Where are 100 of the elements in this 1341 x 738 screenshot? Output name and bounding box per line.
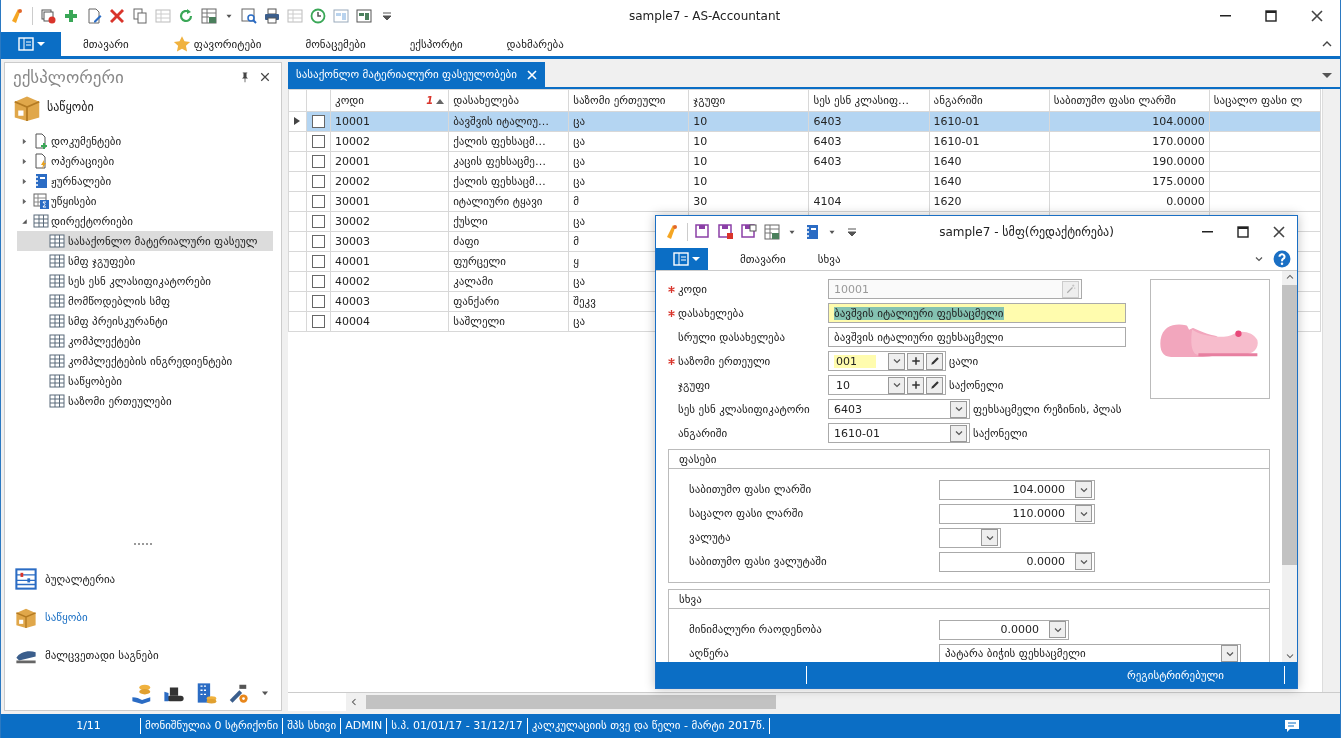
row-checkbox[interactable] <box>312 155 325 168</box>
tree-item[interactable]: მომწოდებლის სმფ <box>17 291 273 311</box>
chat-icon[interactable] <box>1284 719 1300 733</box>
tools-icon[interactable] <box>227 682 249 704</box>
tree-item[interactable]: სმფ პრეისკურანტი <box>17 311 273 331</box>
input-field[interactable]: ბავშვის იტალიური ფეხსაცმელი <box>828 327 1126 347</box>
tree-item[interactable]: საზომი ერთეულები <box>17 391 273 411</box>
row-checkbox[interactable] <box>312 315 325 328</box>
app-logo-icon[interactable] <box>664 224 680 240</box>
menu-tab[interactable]: მთავარი <box>61 32 151 56</box>
layout-icon[interactable] <box>356 8 372 24</box>
add-button[interactable] <box>907 376 924 394</box>
dropdown-button[interactable] <box>950 400 967 418</box>
save-icon[interactable] <box>695 224 711 240</box>
refresh-icon[interactable] <box>178 8 194 24</box>
dropdown-button[interactable] <box>1221 645 1238 662</box>
close-document-icon[interactable] <box>40 8 56 24</box>
column-header[interactable]: სეს ესნ კლასიფ… <box>808 89 930 112</box>
module-item[interactable]: საწყობი <box>5 598 281 636</box>
sum-table-icon[interactable] <box>764 224 780 240</box>
number-field[interactable]: 110.0000 <box>939 503 1095 524</box>
menu-tab[interactable]: დახმარება <box>484 32 586 56</box>
delete-icon[interactable] <box>109 8 125 24</box>
notebook-icon[interactable] <box>804 224 820 240</box>
dropdown-button[interactable] <box>888 376 905 394</box>
copy-icon[interactable] <box>132 8 148 24</box>
dropdown-button[interactable] <box>1075 481 1092 498</box>
row-checkbox[interactable] <box>312 215 325 228</box>
tree-item[interactable]: უწყისები <box>17 191 273 211</box>
row-checkbox[interactable] <box>312 175 325 188</box>
tree-item[interactable]: სასაქონლო მატერიალური ფასეულ <box>17 231 273 251</box>
lookup-field[interactable]: 10 <box>828 375 946 395</box>
app-menu-button[interactable] <box>1 32 61 56</box>
tree-item[interactable]: სმფ ჯგუფები <box>17 251 273 271</box>
row-checkbox[interactable] <box>312 275 325 288</box>
help-icon[interactable] <box>1273 250 1291 268</box>
spreadsheet-icon[interactable] <box>201 8 217 24</box>
lookup-field[interactable]: 001 <box>828 351 946 371</box>
column-header[interactable]: საცალო ფასი ლ <box>1209 89 1321 112</box>
app-logo-icon[interactable] <box>9 8 25 24</box>
table-row[interactable]: 10001 ბავშვის იტალიუ… ცა 10 6403 1610-01 104.0000 <box>288 111 1321 132</box>
horizontal-scrollbar[interactable] <box>346 693 1340 711</box>
history-icon[interactable] <box>310 8 326 24</box>
row-checkbox[interactable] <box>312 295 325 308</box>
menu-tab[interactable]: ექსპორტი <box>387 32 485 56</box>
dropdown-field[interactable]: პატარა ბიჭის ფეხსაცმელი <box>939 643 1241 662</box>
row-checkbox[interactable] <box>312 115 325 128</box>
dropdown-button[interactable] <box>1075 553 1092 570</box>
table-row[interactable]: 20002 ქალის ფეხსაცმ… ცა 10 1640 175.0000 <box>288 171 1321 192</box>
module-item[interactable]: ბუღალტერია <box>5 560 281 598</box>
row-checkbox[interactable] <box>312 135 325 148</box>
tree-item[interactable]: კომპლექტების ინგრედიენტები <box>17 351 273 371</box>
print-icon[interactable] <box>264 8 280 24</box>
tree-item[interactable]: დირექტორიები <box>17 211 273 231</box>
vertical-scrollbar[interactable] <box>1322 89 1340 692</box>
table-row[interactable]: 10002 ქალის ფეხსაცმ… ცა 10 6403 1610-01 170.0000 <box>288 131 1321 152</box>
dropdown-field[interactable]: 1610-01 <box>828 423 970 443</box>
tree-item[interactable]: დოკუმენტები <box>17 131 273 151</box>
edit-button[interactable] <box>926 352 943 370</box>
save-copy-icon[interactable] <box>741 224 757 240</box>
save-close-icon[interactable] <box>718 224 734 240</box>
tree-item[interactable]: ჟურნალები <box>17 171 273 191</box>
column-header[interactable]: კოდი 1 <box>330 89 449 112</box>
splitter-grip[interactable] <box>134 543 152 548</box>
dropdown-button[interactable] <box>981 529 998 546</box>
table-row[interactable]: 30001 იტალიური ტყავი მ 30 4104 1620 0.0000 <box>288 191 1321 212</box>
column-header[interactable]: საზომი ერთეული <box>568 89 689 112</box>
tree-item[interactable]: ოპერაციები <box>17 151 273 171</box>
column-header[interactable]: დასახელება <box>448 89 569 112</box>
coins-icon[interactable] <box>131 682 153 704</box>
dropdown-field[interactable] <box>939 527 1001 548</box>
number-field[interactable]: 104.0000 <box>939 479 1095 500</box>
menu-tab[interactable]: მონაცემები <box>283 32 388 56</box>
add-icon[interactable] <box>63 8 79 24</box>
dropdown-button[interactable] <box>888 352 905 370</box>
row-checkbox[interactable] <box>312 255 325 268</box>
menu-tab[interactable]: მთავარი <box>708 248 786 270</box>
row-checkbox[interactable] <box>312 195 325 208</box>
table-row[interactable]: 20001 კაცის ფეხსაცმე… ცა 10 6403 1640 190.0000 <box>288 151 1321 172</box>
number-field[interactable]: 0.0000 <box>939 551 1095 572</box>
edit-document-icon[interactable] <box>86 8 102 24</box>
input-field[interactable]: ბავშვის იტალიური ფეხსაცმელი <box>828 303 1126 323</box>
vertical-scrollbar[interactable] <box>1282 271 1297 662</box>
column-header[interactable]: ანგარიში <box>929 89 1050 112</box>
number-field[interactable]: 0.0000 <box>939 619 1069 640</box>
menu-tab[interactable]: სხვა <box>785 248 841 270</box>
building-icon[interactable] <box>195 682 217 704</box>
dropdown-button[interactable] <box>950 424 967 442</box>
tree-item[interactable]: სეს ესნ კლასიფიკატორები <box>17 271 273 291</box>
document-tab[interactable]: სასაქონლო მატერიალური ფასეულობები <box>288 62 545 87</box>
column-header[interactable]: საბითუმო ფასი ლარში <box>1049 89 1210 112</box>
menu-tab[interactable]: ფავორიტები <box>150 32 284 56</box>
close-icon[interactable] <box>259 71 271 83</box>
edit-button[interactable] <box>926 376 943 394</box>
app-menu-button[interactable] <box>656 248 708 270</box>
dropdown-button[interactable] <box>1049 621 1066 638</box>
dropdown-field[interactable]: 6403 <box>828 399 970 419</box>
minimize-ribbon-icon[interactable] <box>1322 39 1332 49</box>
column-header[interactable]: ჯგუფი <box>688 89 809 112</box>
add-button[interactable] <box>907 352 924 370</box>
